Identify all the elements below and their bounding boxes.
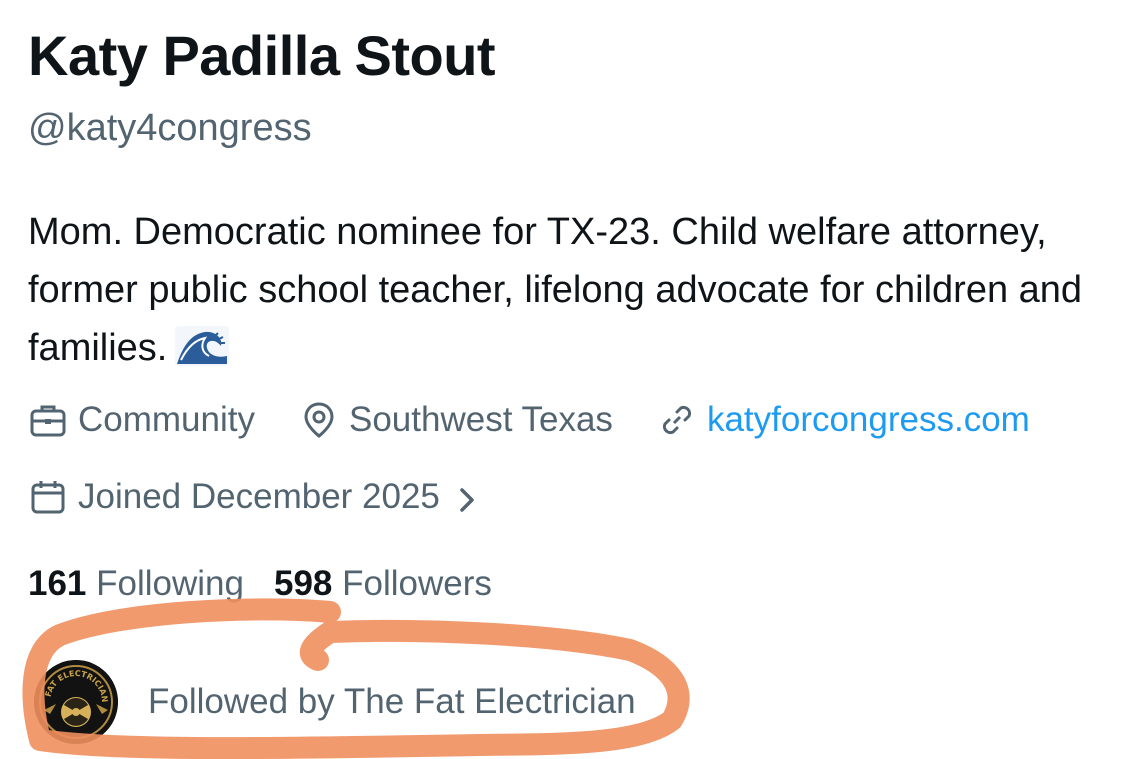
profile-meta-row: Community Southwest Texas katyforcongres…: [28, 398, 1030, 442]
link-icon: [657, 400, 697, 440]
following-label: Following: [96, 564, 244, 603]
followers-label: Followers: [342, 564, 492, 603]
profile-location: Southwest Texas: [299, 398, 613, 442]
profile-joined-row[interactable]: Joined December 2025: [28, 475, 480, 519]
website-link[interactable]: katyforcongress.com: [707, 398, 1030, 442]
followers-count: 598: [274, 564, 333, 603]
profile-joined[interactable]: Joined December 2025: [28, 475, 480, 519]
profile-bio: Mom. Democratic nominee for TX-23. Child…: [28, 203, 1088, 383]
location-label: Southwest Texas: [348, 400, 613, 439]
calendar-icon: [28, 477, 68, 517]
follower-avatar[interactable]: FAT ELECTRICIAN: [34, 660, 118, 744]
briefcase-icon: [28, 400, 68, 440]
wave-emoji-icon: [175, 325, 230, 383]
profile-category: Community: [28, 398, 255, 442]
profile-handle: @katy4congress: [28, 107, 312, 149]
following-stat[interactable]: 161 Following: [28, 564, 244, 603]
chevron-right-icon[interactable]: [454, 482, 480, 512]
location-pin-icon: [299, 400, 339, 440]
following-count: 161: [28, 564, 87, 603]
profile-website[interactable]: katyforcongress.com: [657, 398, 1030, 442]
joined-label: Joined December 2025: [78, 477, 440, 516]
followers-stat[interactable]: 598 Followers: [274, 564, 492, 603]
followed-by-row[interactable]: FAT ELECTRICIAN Followed by The Fat Elec…: [34, 660, 636, 744]
profile-display-name: Katy Padilla Stout: [28, 24, 496, 87]
category-label: Community: [78, 400, 255, 439]
profile-follow-stats: 161 Following 598 Followers: [28, 562, 492, 606]
followed-by-text: Followed by The Fat Electrician: [148, 682, 636, 721]
